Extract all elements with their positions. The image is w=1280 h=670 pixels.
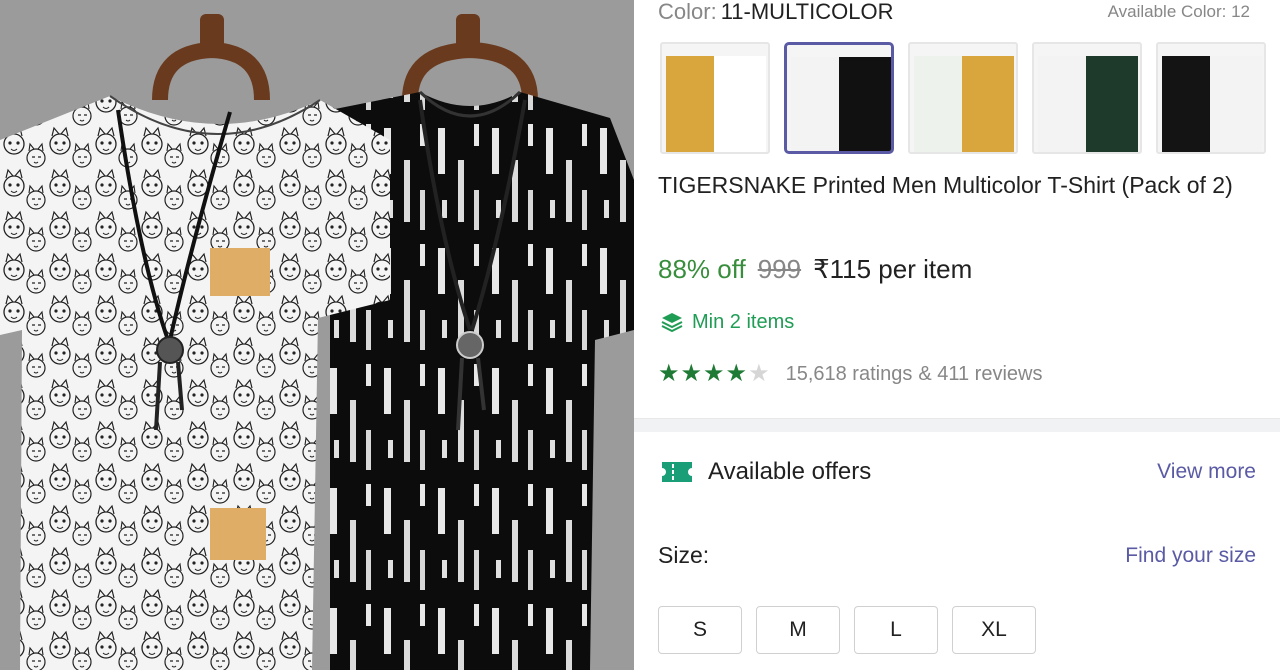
- color-header: Color: 11-MULTICOLOR Available Color: 12: [658, 0, 1250, 28]
- swatch-shirt-left: [1162, 56, 1214, 152]
- ticket-icon: [662, 462, 692, 482]
- price-row: 88% off 999 ₹115 per item: [658, 254, 972, 285]
- section-divider: [634, 418, 1280, 432]
- min-items-badge: Min 2 items: [660, 310, 794, 334]
- size-label: Size:: [658, 542, 710, 568]
- color-swatch-5[interactable]: [1156, 42, 1266, 154]
- size-option-l[interactable]: L: [854, 606, 938, 654]
- discount-percent: 88% off: [658, 254, 746, 284]
- star-icon: ★: [680, 360, 703, 387]
- rating-row[interactable]: ★ ★ ★ ★ ★ 15,618 ratings & 411 reviews: [658, 362, 1042, 386]
- layers-icon: [661, 313, 683, 333]
- color-swatch-1[interactable]: [660, 42, 770, 154]
- find-your-size-link[interactable]: Find your size: [1125, 544, 1256, 568]
- swatch-shirt-left: [1038, 56, 1090, 152]
- size-option-m[interactable]: M: [756, 606, 840, 654]
- color-swatch-4[interactable]: [1032, 42, 1142, 154]
- available-color-count: Available Color: 12: [1107, 2, 1250, 21]
- swatch-shirt-right: [1210, 56, 1262, 152]
- product-photo-svg: [0, 14, 634, 670]
- selling-price: ₹115 per item: [813, 254, 973, 284]
- selected-color-value: 11-MULTICOLOR: [720, 0, 894, 24]
- min-items-text: Min 2 items: [692, 310, 795, 333]
- offers-title: Available offers: [708, 458, 872, 485]
- swatch-shirt-right: [1086, 56, 1138, 152]
- star-rating: ★ ★ ★ ★ ★: [658, 362, 770, 386]
- color-swatch-3[interactable]: [908, 42, 1018, 154]
- size-option-xl[interactable]: XL: [952, 606, 1036, 654]
- swatch-shirt-left: [914, 56, 966, 152]
- star-icon: ★: [748, 360, 770, 387]
- star-icon: ★: [725, 360, 748, 387]
- swatch-shirt-left: [791, 57, 843, 151]
- color-label: Color: 11-MULTICOLOR: [658, 0, 893, 24]
- swatch-shirt-right: [839, 57, 891, 151]
- offers-section: Available offers View more: [660, 458, 1256, 486]
- swatch-shirt-right: [714, 56, 766, 152]
- color-label-text: Color:: [658, 0, 717, 24]
- size-header: Size: Find your size: [658, 542, 1256, 569]
- color-swatches: [660, 42, 1266, 154]
- swatch-shirt-right: [962, 56, 1014, 152]
- product-details-panel: Color: 11-MULTICOLOR Available Color: 12 …: [634, 0, 1280, 670]
- color-swatch-2[interactable]: [784, 42, 894, 154]
- ratings-count: 15,618 ratings: [785, 362, 913, 385]
- size-option-s[interactable]: S: [658, 606, 742, 654]
- reviews-count: & 411 reviews: [918, 362, 1043, 385]
- offers-header: Available offers: [660, 458, 871, 486]
- original-price: 999: [757, 254, 802, 284]
- swatch-shirt-left: [666, 56, 718, 152]
- product-title: TIGERSNAKE Printed Men Multicolor T-Shir…: [658, 172, 1233, 198]
- size-options: S M L XL: [658, 606, 1036, 654]
- view-more-offers-link[interactable]: View more: [1157, 460, 1256, 484]
- product-image[interactable]: [0, 0, 634, 670]
- star-icon: ★: [658, 360, 680, 387]
- star-icon: ★: [703, 360, 725, 387]
